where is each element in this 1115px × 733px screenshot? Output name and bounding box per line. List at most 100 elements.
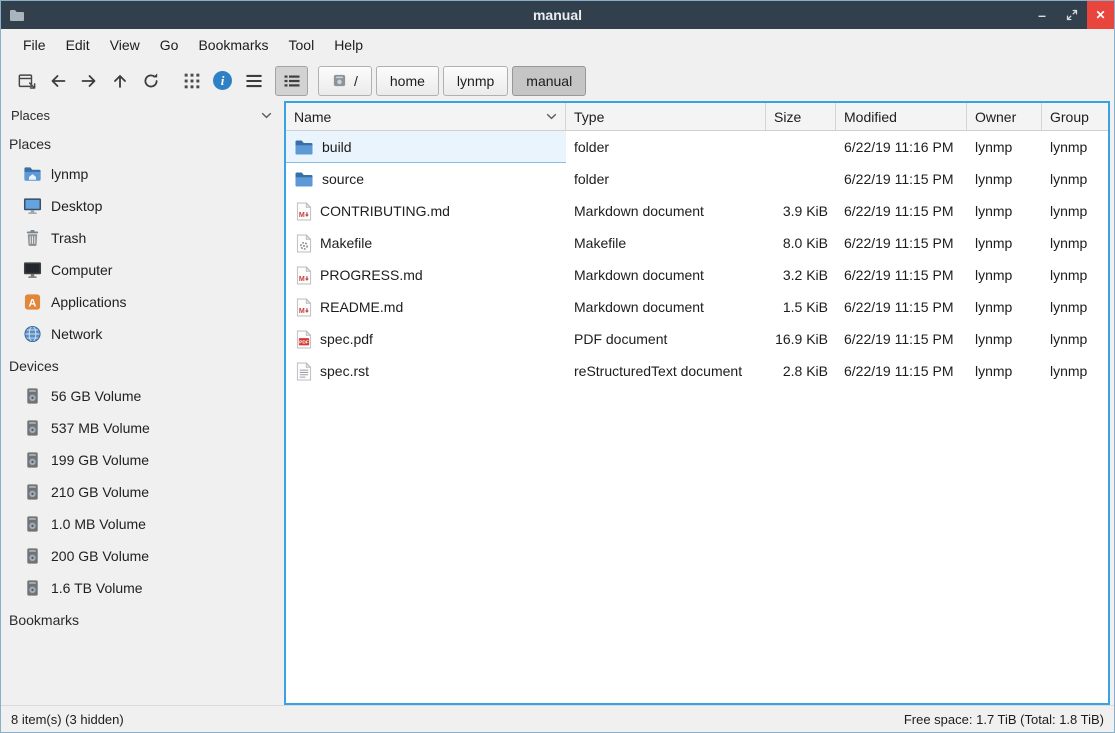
file-name-cell: README.md bbox=[286, 291, 566, 323]
file-modified-cell: 6/22/19 11:16 PM bbox=[836, 131, 967, 163]
icon-view-button[interactable] bbox=[176, 66, 207, 96]
sidebar-item-applications[interactable]: Applications bbox=[1, 286, 284, 318]
menu-help[interactable]: Help bbox=[324, 32, 373, 58]
file-owner-cell: lynmp bbox=[967, 195, 1042, 227]
file-modified-cell: 6/22/19 11:15 PM bbox=[836, 163, 967, 195]
sidebar-item-network[interactable]: Network bbox=[1, 318, 284, 350]
path-home-button[interactable]: home bbox=[376, 66, 439, 96]
file-size-cell bbox=[766, 131, 836, 163]
user-home-icon bbox=[23, 165, 42, 183]
path-root-button[interactable]: / bbox=[318, 66, 372, 96]
column-header-modified[interactable]: Modified bbox=[836, 103, 967, 130]
column-header-owner[interactable]: Owner bbox=[967, 103, 1042, 130]
file-owner-cell: lynmp bbox=[967, 291, 1042, 323]
sidebar-item-label: lynmp bbox=[51, 166, 88, 182]
sidebar-item-volume-537mb[interactable]: 537 MB Volume bbox=[1, 412, 284, 444]
drive-icon bbox=[23, 419, 42, 437]
sidebar-item-label: Network bbox=[51, 326, 102, 342]
file-size-cell: 8.0 KiB bbox=[766, 227, 836, 259]
column-header-size[interactable]: Size bbox=[766, 103, 836, 130]
folder-icon bbox=[294, 139, 314, 156]
up-button[interactable] bbox=[104, 66, 135, 96]
forward-button[interactable] bbox=[73, 66, 104, 96]
path-lynmp-button[interactable]: lynmp bbox=[443, 66, 508, 96]
sidebar-item-label: Desktop bbox=[51, 198, 102, 214]
refresh-button[interactable] bbox=[135, 66, 166, 96]
file-type-cell: folder bbox=[566, 131, 766, 163]
table-row-build[interactable]: build folder 6/22/19 11:16 PM lynmp lynm… bbox=[286, 131, 1108, 163]
new-tab-button[interactable] bbox=[11, 66, 42, 96]
sidebar-item-volume-16tb[interactable]: 1.6 TB Volume bbox=[1, 572, 284, 604]
sidebar-item-volume-200gb[interactable]: 200 GB Volume bbox=[1, 540, 284, 572]
table-row-progress-md[interactable]: PROGRESS.md Markdown document 3.2 KiB 6/… bbox=[286, 259, 1108, 291]
list-view-button[interactable] bbox=[275, 66, 308, 96]
collapse-chevron-icon[interactable] bbox=[261, 112, 272, 119]
column-header-type[interactable]: Type bbox=[566, 103, 766, 130]
file-rows: build folder 6/22/19 11:16 PM lynmp lynm… bbox=[286, 131, 1108, 703]
file-name-cell: source bbox=[286, 163, 566, 195]
back-button[interactable] bbox=[42, 66, 73, 96]
close-button[interactable]: ✕ bbox=[1087, 1, 1114, 29]
path-manual-button[interactable]: manual bbox=[512, 66, 586, 96]
table-row-spec-rst[interactable]: spec.rst reStructuredText document 2.8 K… bbox=[286, 355, 1108, 387]
file-modified-cell: 6/22/19 11:15 PM bbox=[836, 355, 967, 387]
menu-view[interactable]: View bbox=[100, 32, 150, 58]
desktop-icon bbox=[23, 197, 42, 215]
new-tab-icon bbox=[18, 72, 36, 90]
path-bar: / home lynmp manual bbox=[318, 66, 586, 96]
window-title: manual bbox=[1, 7, 1114, 23]
sidebar-item-label: 537 MB Volume bbox=[51, 420, 150, 436]
file-size-cell bbox=[766, 163, 836, 195]
sidebar-item-label: 1.6 TB Volume bbox=[51, 580, 143, 596]
menu-tool[interactable]: Tool bbox=[279, 32, 325, 58]
file-group-cell: lynmp bbox=[1042, 131, 1108, 163]
sidebar-item-computer[interactable]: Computer bbox=[1, 254, 284, 286]
info-button[interactable]: i bbox=[207, 66, 238, 96]
menu-go[interactable]: Go bbox=[150, 32, 189, 58]
sidebar-item-lynmp[interactable]: lynmp bbox=[1, 158, 284, 190]
file-name: build bbox=[322, 139, 352, 155]
file-group-cell: lynmp bbox=[1042, 323, 1108, 355]
menu-file[interactable]: File bbox=[13, 32, 56, 58]
sidebar: Places Places lynmp Desktop Trash Comput… bbox=[1, 101, 284, 705]
menu-edit[interactable]: Edit bbox=[56, 32, 100, 58]
sidebar-item-trash[interactable]: Trash bbox=[1, 222, 284, 254]
sidebar-item-desktop[interactable]: Desktop bbox=[1, 190, 284, 222]
toolbar: i / home lynmp manual bbox=[1, 60, 1114, 101]
menu-bookmarks[interactable]: Bookmarks bbox=[188, 32, 278, 58]
restore-button[interactable] bbox=[1057, 1, 1087, 29]
sidebar-item-label: Trash bbox=[51, 230, 86, 246]
table-row-source[interactable]: source folder 6/22/19 11:15 PM lynmp lyn… bbox=[286, 163, 1108, 195]
column-header-group[interactable]: Group bbox=[1042, 103, 1108, 130]
main-menu-button[interactable] bbox=[238, 66, 269, 96]
sidebar-item-volume-56gb[interactable]: 56 GB Volume bbox=[1, 380, 284, 412]
file-modified-cell: 6/22/19 11:15 PM bbox=[836, 291, 967, 323]
file-type-cell: Markdown document bbox=[566, 259, 766, 291]
info-icon: i bbox=[213, 71, 232, 90]
sidebar-item-volume-1mb[interactable]: 1.0 MB Volume bbox=[1, 508, 284, 540]
table-row-readme-md[interactable]: README.md Markdown document 1.5 KiB 6/22… bbox=[286, 291, 1108, 323]
sidebar-item-label: 210 GB Volume bbox=[51, 484, 149, 500]
content-area: Places Places lynmp Desktop Trash Comput… bbox=[1, 101, 1114, 705]
file-modified-cell: 6/22/19 11:15 PM bbox=[836, 259, 967, 291]
table-row-contributing-md[interactable]: CONTRIBUTING.md Markdown document 3.9 Ki… bbox=[286, 195, 1108, 227]
file-modified-cell: 6/22/19 11:15 PM bbox=[836, 323, 967, 355]
file-modified-cell: 6/22/19 11:15 PM bbox=[836, 227, 967, 259]
minimize-button[interactable]: – bbox=[1027, 1, 1057, 29]
column-header-name[interactable]: Name bbox=[286, 103, 566, 130]
title-bar[interactable]: manual – ✕ bbox=[1, 1, 1114, 29]
file-group-cell: lynmp bbox=[1042, 291, 1108, 323]
sidebar-item-label: 56 GB Volume bbox=[51, 388, 141, 404]
table-row-spec-pdf[interactable]: spec.pdf PDF document 16.9 KiB 6/22/19 1… bbox=[286, 323, 1108, 355]
table-row-makefile[interactable]: Makefile Makefile 8.0 KiB 6/22/19 11:15 … bbox=[286, 227, 1108, 259]
file-modified-cell: 6/22/19 11:15 PM bbox=[836, 195, 967, 227]
status-free-space: Free space: 1.7 TiB (Total: 1.8 TiB) bbox=[904, 712, 1104, 727]
sidebar-item-volume-210gb[interactable]: 210 GB Volume bbox=[1, 476, 284, 508]
sidebar-item-volume-199gb[interactable]: 199 GB Volume bbox=[1, 444, 284, 476]
markdown-icon bbox=[296, 202, 312, 221]
sidebar-item-label: 200 GB Volume bbox=[51, 548, 149, 564]
file-list-view: Name Type Size Modified Owner Group buil… bbox=[284, 101, 1110, 705]
sidebar-item-label: Applications bbox=[51, 294, 127, 310]
file-group-cell: lynmp bbox=[1042, 259, 1108, 291]
trash-icon bbox=[23, 229, 42, 247]
